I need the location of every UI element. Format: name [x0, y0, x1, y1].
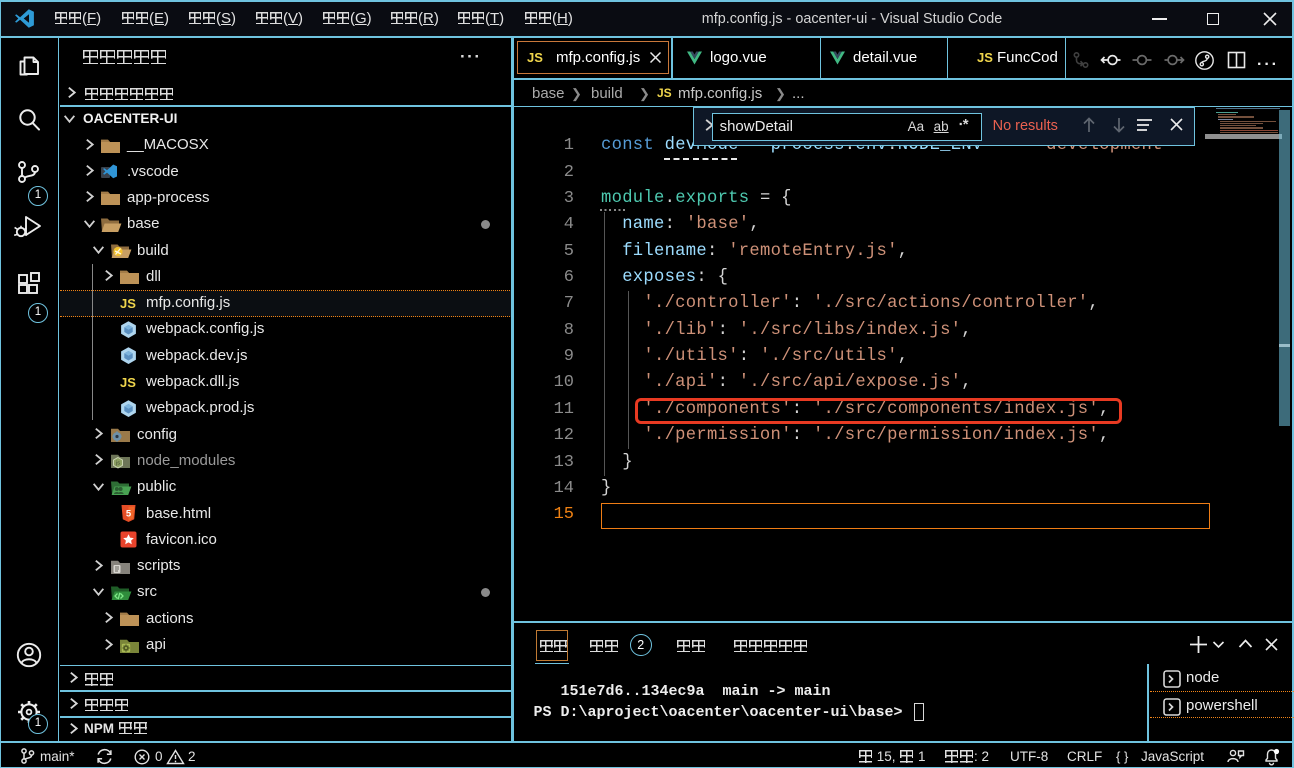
svg-text:5: 5 [126, 509, 132, 520]
svg-text:js: js [115, 461, 120, 467]
